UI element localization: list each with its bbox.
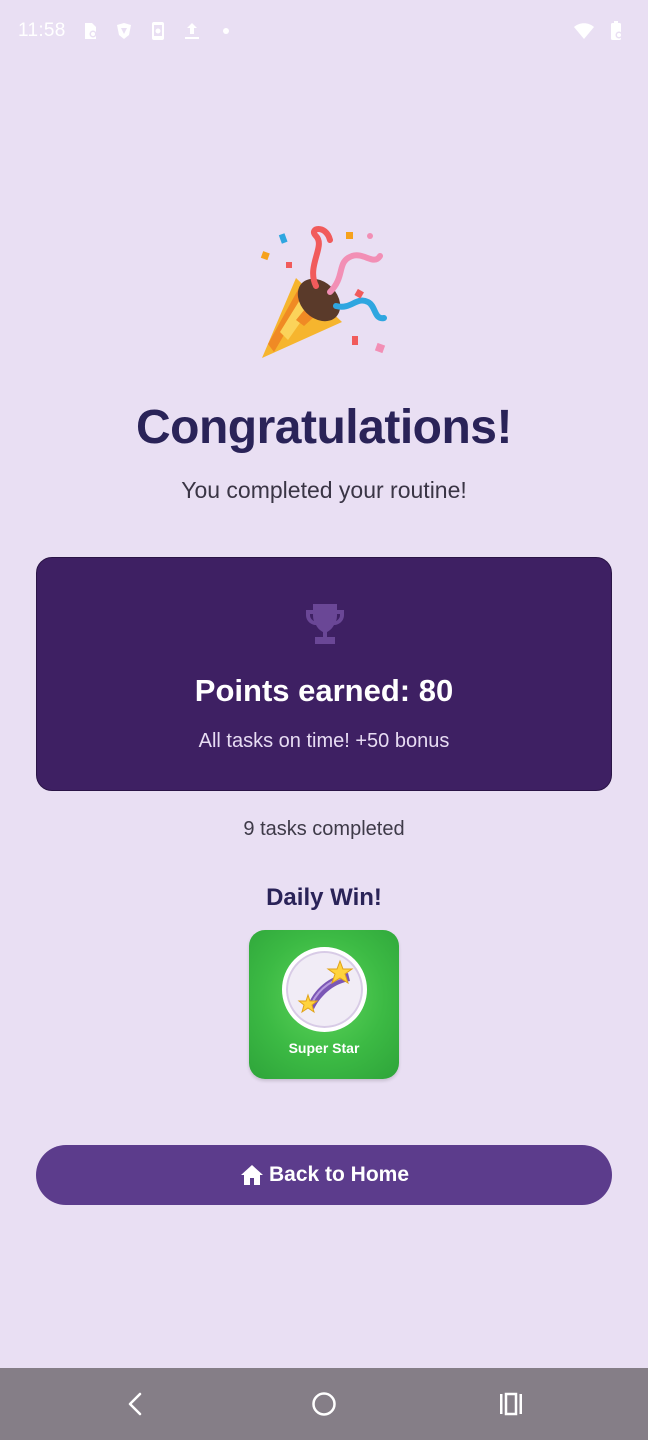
trophy-icon (306, 604, 344, 644)
status-time: 11:58 (18, 20, 66, 41)
points-earned: Points earned: 80 (194, 673, 454, 708)
battery-saver-icon (84, 23, 97, 39)
home-icon (240, 1165, 263, 1185)
super-star-badge: Super Star (249, 930, 399, 1079)
back-icon[interactable] (119, 1387, 153, 1421)
status-right (574, 21, 626, 41)
system-navigation-bar (0, 1368, 648, 1440)
shooting-star-icon (297, 959, 354, 1014)
status-notification-icons (80, 21, 236, 41)
shield-app-icon (116, 23, 131, 39)
upload-icon (184, 23, 199, 39)
party-popper-icon (260, 226, 387, 358)
status-bar: 11:58 (0, 0, 648, 62)
bonus-text: All tasks on time! +50 bonus (198, 730, 450, 752)
home-circle-icon[interactable] (307, 1387, 341, 1421)
badge-label: Super Star (288, 1040, 360, 1056)
battery-icon (611, 21, 623, 40)
badge-emblem (282, 947, 367, 1032)
completion-subtitle: You completed your routine! (181, 477, 467, 503)
points-card: Points earned: 80 All tasks on time! +50… (36, 557, 612, 791)
dot-icon (222, 28, 229, 34)
completion-screen: 11:58 Congratulations! You completed you… (0, 0, 648, 1440)
congratulations-title: Congratulations! (136, 401, 512, 454)
wifi-icon (574, 23, 594, 39)
phone-sync-icon (151, 22, 164, 40)
daily-win-heading: Daily Win! (266, 884, 382, 911)
recents-icon[interactable] (494, 1387, 528, 1421)
tasks-completed-count: 9 tasks completed (243, 818, 405, 840)
status-left: 11:58 (18, 20, 236, 42)
back-to-home-button[interactable]: Back to Home (36, 1145, 612, 1205)
back-to-home-label: Back to Home (268, 1163, 410, 1186)
